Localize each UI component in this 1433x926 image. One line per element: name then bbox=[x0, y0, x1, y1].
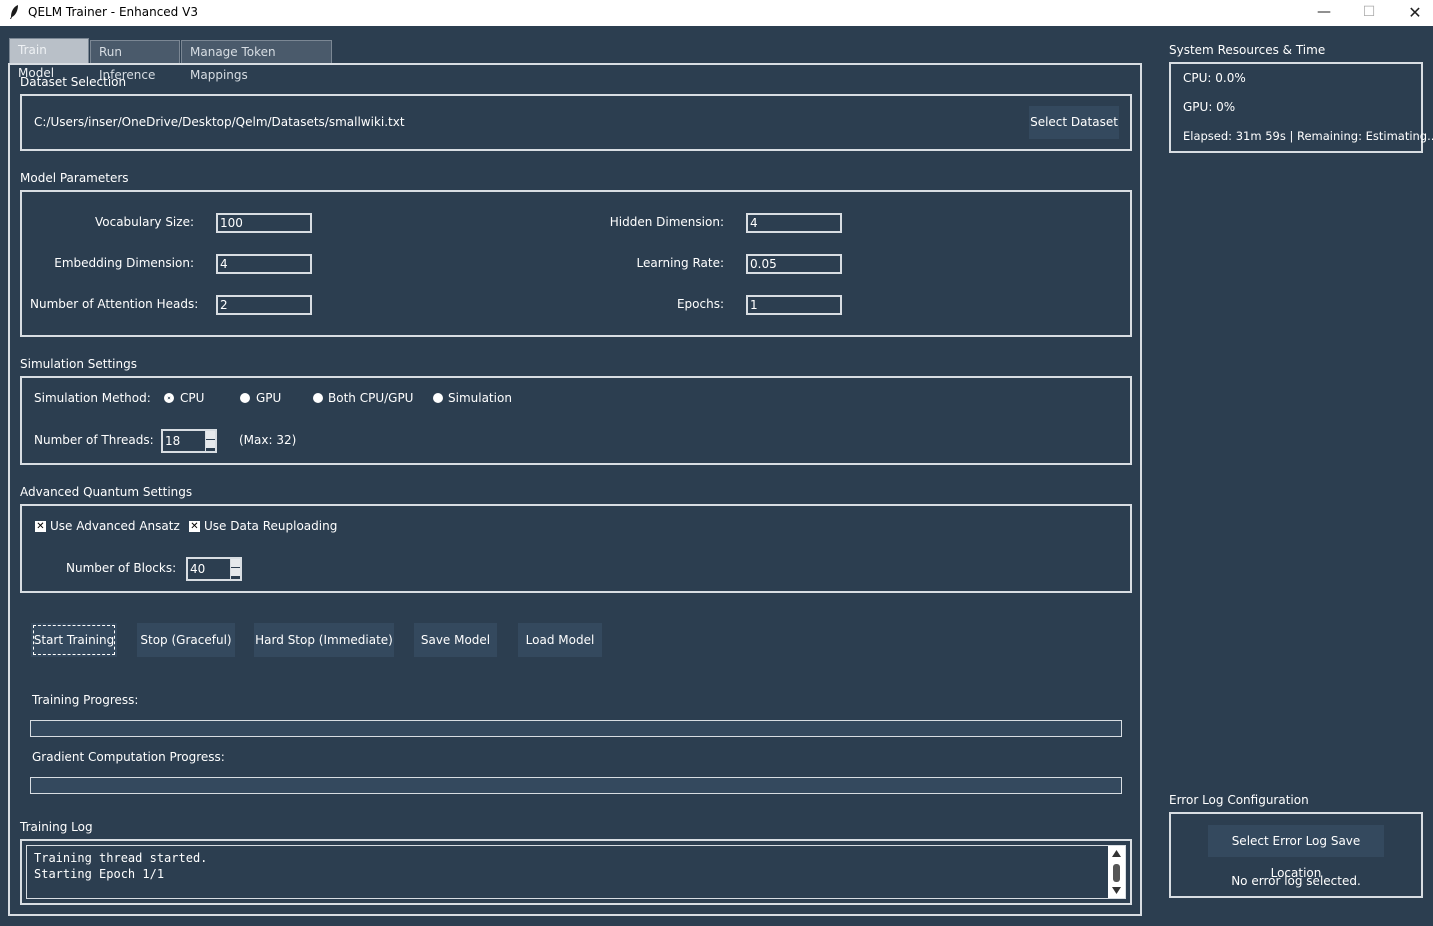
spin-up-icon[interactable] bbox=[206, 431, 215, 440]
vocab-size-input[interactable]: 100 bbox=[216, 213, 312, 233]
blocks-label: Number of Blocks: bbox=[66, 561, 177, 575]
advanced-section-label: Advanced Quantum Settings bbox=[20, 485, 193, 499]
radio-cpu-label[interactable]: CPU bbox=[180, 391, 204, 405]
hidden-dim-input[interactable]: 4 bbox=[746, 213, 842, 233]
training-progress-bar bbox=[30, 720, 1122, 737]
tab-run-inference[interactable]: Run Inference bbox=[90, 40, 180, 82]
tab-manage-token-mappings[interactable]: Manage Token Mappings bbox=[181, 40, 332, 82]
blocks-value: 40 bbox=[190, 562, 206, 576]
spin-down-icon[interactable] bbox=[231, 568, 240, 577]
load-model-button[interactable]: Load Model bbox=[518, 623, 602, 657]
cpu-usage: CPU: 0.0% bbox=[1183, 71, 1246, 85]
error-log-status: No error log selected. bbox=[1231, 874, 1361, 888]
ansatz-checkbox-label[interactable]: Use Advanced Ansatz bbox=[50, 519, 180, 533]
hidden-dim-label: Hidden Dimension: bbox=[609, 215, 724, 229]
resources-section-label: System Resources & Time bbox=[1169, 43, 1326, 57]
reupload-checkbox-icon[interactable]: ✕ bbox=[189, 521, 200, 532]
window-title: QELM Trainer - Enhanced V3 bbox=[28, 5, 198, 19]
hard-stop-button[interactable]: Hard Stop (Immediate) bbox=[254, 623, 394, 657]
radio-simulation-icon[interactable] bbox=[433, 393, 443, 403]
learning-rate-input[interactable]: 0.05 bbox=[746, 254, 842, 274]
elapsed-time: Elapsed: 31m 59s | Remaining: Estimating… bbox=[1183, 129, 1433, 143]
radio-simulation-label[interactable]: Simulation bbox=[448, 391, 512, 405]
spin-down-icon[interactable] bbox=[206, 440, 215, 449]
dataset-section-label: Dataset Selection bbox=[20, 75, 127, 89]
training-progress-label: Training Progress: bbox=[32, 693, 139, 707]
ansatz-checkbox-icon[interactable]: ✕ bbox=[35, 521, 46, 532]
simulation-method-label: Simulation Method: bbox=[34, 391, 151, 405]
tab-train-model[interactable]: Train Model bbox=[9, 38, 89, 80]
gpu-usage: GPU: 0% bbox=[1183, 100, 1236, 114]
embedding-dim-label: Embedding Dimension: bbox=[54, 256, 194, 270]
minimize-button[interactable]: — bbox=[1301, 0, 1347, 26]
threads-max-label: (Max: 32) bbox=[239, 433, 297, 447]
log-scrollbar[interactable] bbox=[1108, 846, 1125, 898]
simulation-section-label: Simulation Settings bbox=[20, 357, 137, 371]
radio-gpu-icon[interactable] bbox=[240, 393, 250, 403]
close-button[interactable]: ✕ bbox=[1392, 0, 1433, 26]
radio-both-icon[interactable] bbox=[313, 393, 323, 403]
radio-cpu-icon[interactable] bbox=[164, 393, 174, 403]
feather-icon bbox=[10, 5, 18, 19]
gradient-progress-bar bbox=[30, 777, 1122, 794]
vocab-size-label: Vocabulary Size: bbox=[94, 215, 194, 229]
reupload-checkbox-label[interactable]: Use Data Reuploading bbox=[204, 519, 337, 533]
log-line: Training thread started. bbox=[34, 851, 208, 865]
epochs-label: Epochs: bbox=[676, 297, 724, 311]
error-log-section-label: Error Log Configuration bbox=[1169, 793, 1309, 807]
training-log-section-label: Training Log bbox=[20, 820, 93, 834]
attention-heads-input[interactable]: 2 bbox=[216, 295, 312, 315]
training-log-text[interactable]: Training thread started. Starting Epoch … bbox=[26, 845, 1126, 899]
scrollbar-arrows-icon[interactable] bbox=[1108, 846, 1125, 898]
select-error-log-button[interactable]: Select Error Log Save Location bbox=[1208, 825, 1384, 880]
stop-graceful-button[interactable]: Stop (Graceful) bbox=[137, 623, 235, 657]
title-bar: QELM Trainer - Enhanced V3 — ☐ ✕ bbox=[0, 0, 1433, 26]
dataset-path: C:/Users/inser/OneDrive/Desktop/Qelm/Dat… bbox=[34, 115, 405, 129]
epochs-input[interactable]: 1 bbox=[746, 295, 842, 315]
attention-heads-label: Number of Attention Heads: bbox=[30, 297, 199, 311]
threads-value: 18 bbox=[165, 434, 181, 448]
start-training-button[interactable]: Start Training bbox=[31, 623, 117, 657]
maximize-button[interactable]: ☐ bbox=[1346, 0, 1392, 26]
radio-gpu-label[interactable]: GPU bbox=[256, 391, 281, 405]
spin-up-icon[interactable] bbox=[231, 559, 240, 568]
gradient-progress-label: Gradient Computation Progress: bbox=[32, 750, 225, 764]
select-dataset-button[interactable]: Select Dataset bbox=[1029, 106, 1119, 139]
embedding-dim-input[interactable]: 4 bbox=[216, 254, 312, 274]
log-line: Starting Epoch 1/1 bbox=[34, 867, 165, 881]
learning-rate-label: Learning Rate: bbox=[636, 256, 724, 270]
save-model-button[interactable]: Save Model bbox=[414, 623, 497, 657]
threads-label: Number of Threads: bbox=[34, 433, 154, 447]
radio-both-label[interactable]: Both CPU/GPU bbox=[328, 391, 413, 405]
model-params-section-label: Model Parameters bbox=[20, 171, 129, 185]
threads-spin-arrows[interactable] bbox=[205, 431, 215, 451]
blocks-spin-arrows[interactable] bbox=[230, 559, 240, 579]
